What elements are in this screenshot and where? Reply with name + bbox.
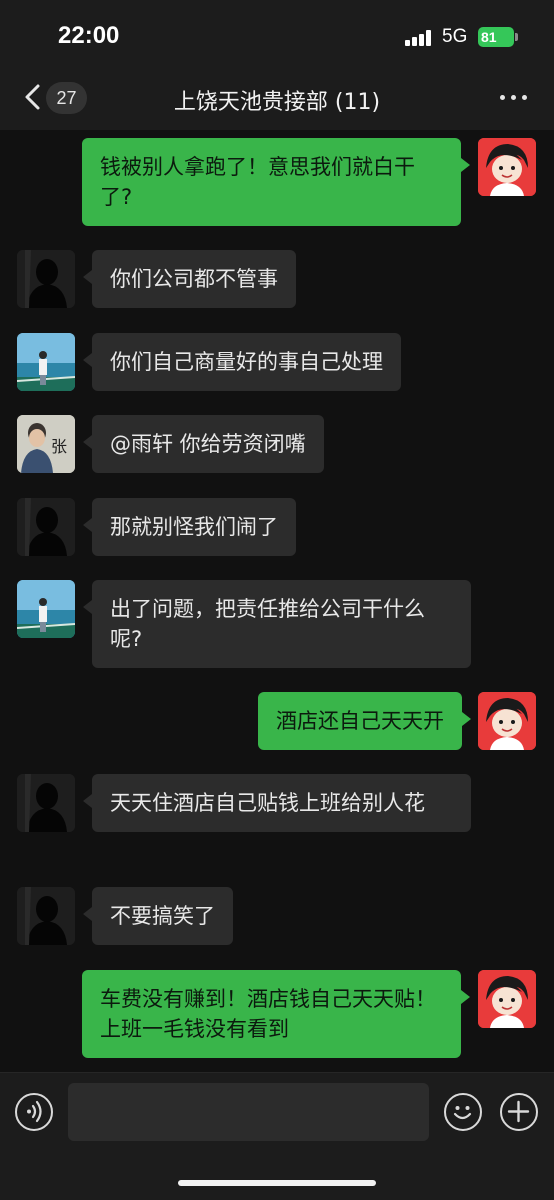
message-bubble[interactable]: @雨轩 你给劳资闭嘴 <box>83 415 324 473</box>
more-dots-icon[interactable] <box>500 90 530 104</box>
seaside-photo-avatar[interactable] <box>17 580 75 638</box>
status-time: 22:00 <box>58 22 120 49</box>
cartoon-avatar[interactable] <box>478 970 536 1028</box>
message-bubble[interactable]: 那就别怪我们闹了 <box>83 498 296 556</box>
message-bubble[interactable]: 不要搞笑了 <box>83 887 233 945</box>
message-input[interactable] <box>68 1083 429 1141</box>
battery-level: 81 <box>481 29 497 45</box>
battery-tip <box>515 33 518 41</box>
seaside-photo-avatar[interactable] <box>17 333 75 391</box>
cartoon-avatar[interactable] <box>478 138 536 196</box>
battery-icon: 81 <box>478 27 514 47</box>
message-bubble[interactable]: 你们自己商量好的事自己处理 <box>83 333 401 391</box>
silhouette-avatar[interactable] <box>17 250 75 308</box>
plus-icon[interactable] <box>500 1093 538 1131</box>
silhouette-avatar[interactable] <box>17 774 75 832</box>
silhouette-avatar[interactable] <box>17 887 75 945</box>
chat-title: 上饶天池贵接部 (11) <box>173 90 381 115</box>
cartoon-avatar[interactable] <box>478 692 536 750</box>
message-bubble[interactable]: 天天住酒店自己贴钱上班给别人花 <box>83 774 471 832</box>
home-indicator[interactable] <box>178 1180 376 1186</box>
message-bubble[interactable]: 车费没有赚到！酒店钱自己天天贴！上班一毛钱没有看到 <box>82 970 470 1058</box>
portrait-avatar-label: 张 <box>51 437 68 456</box>
chat-header: 27 上饶天池贵接部 (11) <box>0 72 554 130</box>
silhouette-avatar[interactable] <box>17 498 75 556</box>
portrait-photo-avatar[interactable]: 张 <box>17 415 75 473</box>
message-bubble[interactable]: 出了问题，把责任推给公司干什么呢? <box>83 580 471 668</box>
cellular-signal-icon <box>405 30 433 46</box>
voice-icon[interactable] <box>15 1093 53 1131</box>
message-list[interactable]: 钱被别人拿跑了！意思我们就白干了? 你们公司都不管事 你们自己商量好的事自己处理… <box>0 130 554 1072</box>
message-bubble[interactable]: 钱被别人拿跑了！意思我们就白干了? <box>82 138 470 226</box>
status-bar: 22:00 5G 81 <box>0 0 554 72</box>
emoji-icon[interactable] <box>444 1093 482 1131</box>
message-bubble[interactable]: 酒店还自己天天开 <box>258 692 471 750</box>
message-bubble[interactable]: 你们公司都不管事 <box>83 250 296 308</box>
network-type-label: 5G <box>442 26 468 47</box>
